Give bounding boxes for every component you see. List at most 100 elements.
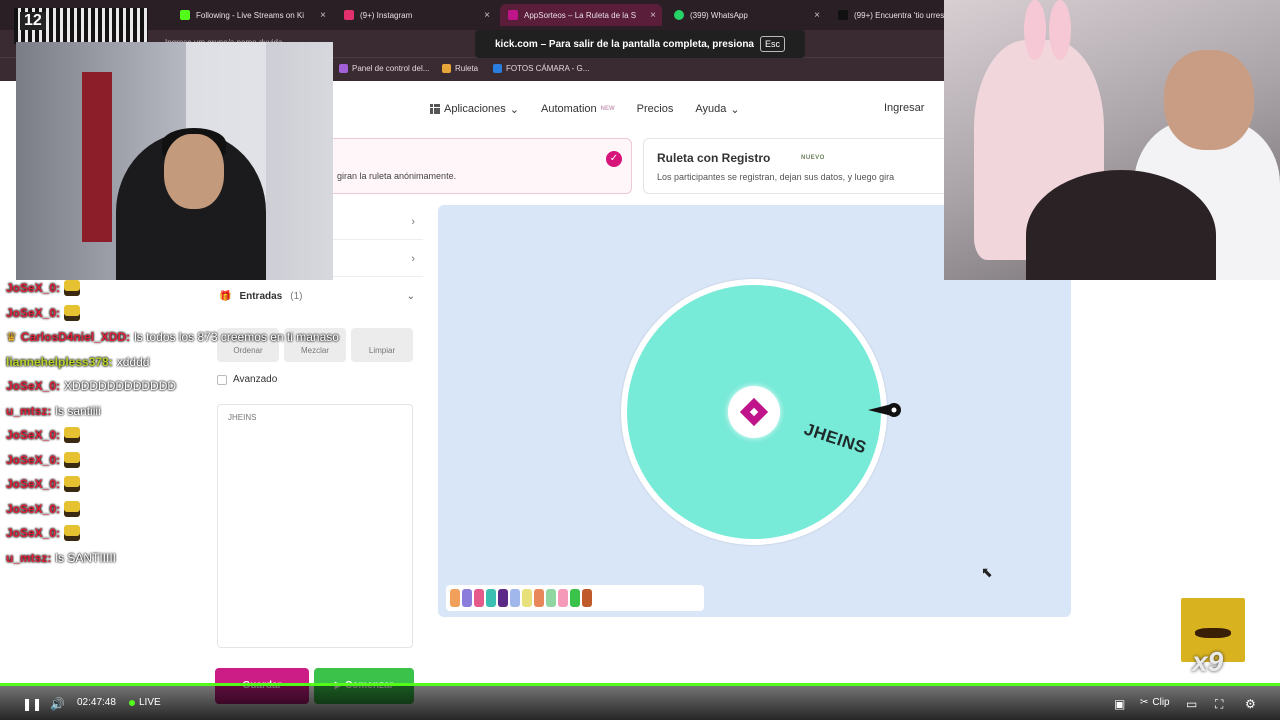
tab-tiktok[interactable]: (99+) Encuentra 'tio urres [830, 4, 944, 26]
chat-username[interactable]: u_mtsz: [6, 404, 51, 418]
nav-aplicaciones[interactable]: Aplicaciones ⌄ [430, 103, 519, 116]
live-indicator[interactable]: LIVE [129, 697, 161, 708]
chat-username[interactable]: JoSeX_0: [6, 526, 60, 540]
nav-label: Ayuda [695, 103, 727, 115]
color-swatch[interactable] [510, 589, 520, 607]
clip-label: Clip [1152, 697, 1170, 708]
chat-username[interactable]: JoSeX_0: [6, 453, 60, 467]
bookmark-label: Ruleta [455, 64, 479, 73]
time-display: 02:47:48 [77, 697, 116, 708]
chat-username[interactable]: JoSeX_0: [6, 379, 60, 393]
color-swatch[interactable] [522, 589, 532, 607]
volume-icon[interactable]: 🔊 [50, 697, 65, 711]
color-swatch[interactable] [486, 589, 496, 607]
bookmark-icon [442, 64, 451, 73]
bookmark-panel[interactable]: Panel de control del... [339, 64, 429, 73]
theater-mode-icon[interactable]: ▣ [1114, 697, 1125, 711]
clear-label: Limpiar [368, 346, 396, 355]
roulette-wheel[interactable]: JHEINS [621, 279, 887, 545]
entradas-header[interactable]: 🎁 Entradas (1) ⌄ [205, 281, 423, 311]
chat-message: u_mtsz: ls santiiii [6, 401, 101, 421]
card-description: Los participantes se registran, dejan su… [657, 172, 895, 182]
entry-text: JHEINS [228, 413, 257, 422]
nav-ayuda[interactable]: Ayuda ⌄ [695, 103, 739, 116]
settings-gear-icon[interactable]: ⚙ [1245, 697, 1256, 711]
chat-username[interactable]: CarlosD4niel_XDD: [21, 330, 130, 344]
chat-text: ls todos los 873 creemos en ti manaso [134, 330, 339, 344]
esc-key-hint: Esc [760, 36, 786, 52]
advanced-toggle[interactable]: Avanzado [217, 374, 277, 385]
chat-text: ls santiiii [55, 403, 101, 418]
shuffle-label: Mezclar [300, 346, 329, 355]
bookmark-fotos[interactable]: FOTOS CÁMARA - G... [493, 64, 589, 73]
tab-label: AppSorteos – La Ruleta de la S [524, 10, 637, 20]
close-icon[interactable]: × [814, 10, 820, 21]
color-swatch[interactable] [582, 589, 592, 607]
fullscreen-icon[interactable]: ⛶ [1215, 697, 1223, 712]
chat-message: JoSeX_0: [6, 425, 81, 445]
chat-username[interactable]: JoSeX_0: [6, 477, 60, 491]
miniplayer-icon[interactable]: ▭ [1186, 697, 1197, 711]
emote-icon [64, 451, 81, 468]
color-swatch[interactable] [546, 589, 556, 607]
wheel-center[interactable] [728, 386, 780, 438]
bookmark-ruleta[interactable]: Ruleta [442, 64, 478, 73]
tiktok-icon [838, 10, 848, 20]
chat-username[interactable]: JoSeX_0: [6, 502, 60, 516]
login-link[interactable]: Ingresar [884, 102, 924, 114]
color-swatch[interactable] [450, 589, 460, 607]
chat-username[interactable]: JoSeX_0: [6, 428, 60, 442]
emote-icon [64, 500, 81, 517]
card-title: Ruleta con Registro [657, 151, 771, 165]
color-swatch[interactable] [498, 589, 508, 607]
entradas-count: (1) [290, 290, 303, 302]
tab-whatsapp[interactable]: (399) WhatsApp × [666, 4, 826, 26]
qr-count-badge: 12 [20, 12, 46, 30]
color-swatch[interactable] [462, 589, 472, 607]
color-palette [446, 585, 704, 611]
checkbox[interactable] [217, 374, 227, 385]
card-description: giran la ruleta anónimamente. [337, 171, 457, 181]
wheel-pointer-icon [868, 403, 901, 417]
player-controls: ❚❚ 🔊 02:47:48 LIVE ▣ ✂ Clip ▭ ⛶ ⚙ [0, 686, 1280, 720]
entries-textarea[interactable]: JHEINS [217, 404, 413, 648]
fullscreen-toast-text: kick.com – Para salir de la pantalla com… [494, 38, 754, 50]
color-swatch[interactable] [474, 589, 484, 607]
chat-username[interactable]: JoSeX_0: [6, 281, 60, 295]
crown-badge-icon: ♛ [6, 330, 17, 344]
appsorteos-logo-icon [739, 397, 769, 427]
tab-instagram[interactable]: (9+) Instagram × [336, 4, 496, 26]
tab-kick-following[interactable]: Following - Live Streams on Ki × [172, 4, 332, 26]
close-icon[interactable]: × [650, 10, 656, 21]
chat-username[interactable]: JoSeX_0: [6, 306, 60, 320]
pause-icon[interactable]: ❚❚ [22, 697, 42, 711]
chevron-down-icon: ⌄ [730, 103, 740, 116]
new-badge: NEW [600, 106, 615, 112]
clip-button[interactable]: ✂ Clip [1140, 697, 1170, 708]
color-swatch[interactable] [558, 589, 568, 607]
appsorteos-icon [508, 10, 518, 20]
close-icon[interactable]: × [320, 10, 326, 21]
tab-appsorteos[interactable]: AppSorteos – La Ruleta de la S × [500, 4, 662, 26]
nav-precios[interactable]: Precios [637, 103, 674, 115]
chat-message: JoSeX_0: [6, 450, 81, 470]
emote-icon [64, 280, 81, 296]
color-swatch[interactable] [570, 589, 580, 607]
chat-username[interactable]: liannehelpless378: [6, 355, 113, 369]
clear-button[interactable]: Limpiar [351, 328, 413, 362]
kick-icon [180, 10, 190, 20]
chat-message: u_mtsz: ls SANTIIIII [6, 548, 116, 568]
color-swatch[interactable] [534, 589, 544, 607]
sort-label: Ordenar [233, 346, 263, 355]
chat-message: ♛ CarlosD4niel_XDD: ls todos los 873 creem… [6, 327, 339, 347]
nav-automation[interactable]: Automation NEW [541, 103, 615, 115]
google-drive-icon [493, 64, 502, 73]
emote-icon [64, 427, 81, 443]
close-icon[interactable]: × [484, 10, 490, 21]
card-ruleta-registro[interactable]: Ruleta con Registro NUEVO Los participan… [643, 138, 963, 194]
wheel-segment-label: JHEINS [801, 419, 869, 458]
chat-message: JoSeX_0: XDDDDDDDDDDDD [6, 376, 176, 396]
new-badge: NUEVO [801, 155, 825, 161]
card-ruleta-anonima[interactable]: giran la ruleta anónimamente. ✓ [320, 138, 632, 194]
chat-username[interactable]: u_mtsz: [6, 551, 51, 565]
